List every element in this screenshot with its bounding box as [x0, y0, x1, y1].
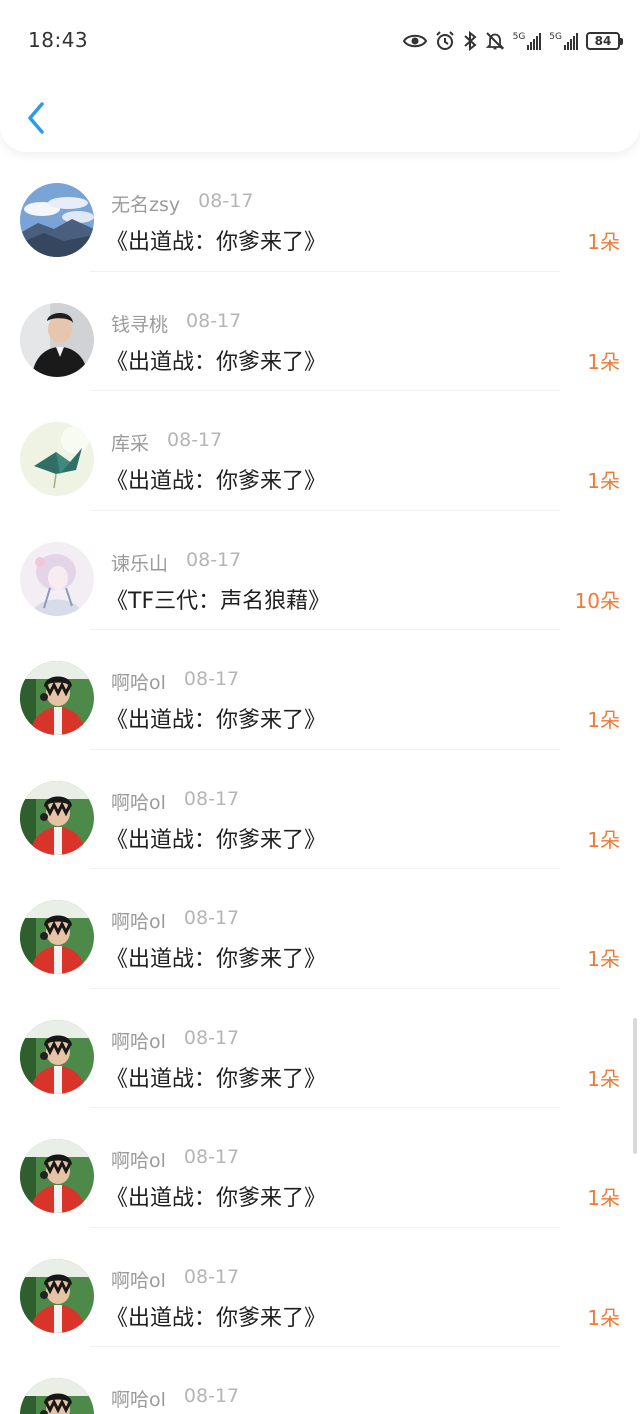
list-item[interactable]: 钱寻桃 08-17 《出道战：你爹来了》 1朵 [0, 272, 640, 391]
flower-count: 1朵 [587, 827, 620, 852]
scrollbar[interactable] [633, 1018, 637, 1154]
post-date: 08-17 [183, 1385, 240, 1407]
book-title[interactable]: 《出道战：你爹来了》 [106, 822, 326, 854]
avatar[interactable] [20, 1258, 94, 1333]
back-button[interactable] [18, 96, 54, 140]
list-item[interactable]: 啊哈ol 08-17 《出道战：你爹来了》 1朵 [0, 869, 640, 989]
post-date: 08-17 [183, 1026, 240, 1049]
bluetooth-icon [463, 31, 477, 51]
flower-count: 10朵 [574, 588, 620, 613]
post-date: 08-17 [186, 548, 242, 571]
post-date: 08-17 [183, 1146, 240, 1168]
avatar[interactable] [20, 422, 94, 496]
post-date: 08-17 [183, 1265, 240, 1288]
avatar[interactable] [20, 1378, 94, 1414]
book-title[interactable]: 《TF三代：声名狼藉》 [106, 583, 330, 615]
book-title[interactable]: 《出道战：你爹来了》 [106, 463, 326, 495]
user-name[interactable]: 啊哈ol [111, 1146, 166, 1173]
book-title[interactable]: 《出道战：你爹来了》 [106, 1180, 326, 1212]
list-item[interactable]: 无名zsy 08-17 《出道战：你爹来了》 1朵 [0, 152, 640, 272]
avatar[interactable] [20, 541, 94, 616]
app-header: 18:43 5G 5G 84 [0, 0, 640, 152]
post-date: 08-17 [183, 668, 240, 690]
flower-count: 1朵 [587, 230, 620, 254]
status-time: 18:43 [28, 28, 89, 52]
post-date: 08-17 [198, 190, 254, 212]
gift-list: 无名zsy 08-17 《出道战：你爹来了》 1朵 钱寻桃 08-17 《出道战：你爹来了》… [0, 152, 640, 1414]
list-item[interactable]: 啊哈ol 08-17 《出道战：你爹来了》 1朵 [0, 989, 640, 1108]
book-title[interactable]: 《出道战：你爹来了》 [106, 224, 326, 256]
avatar[interactable] [20, 302, 94, 377]
book-title[interactable]: 《出道战：你爹来了》 [106, 1300, 326, 1332]
book-title[interactable]: 《出道战：你爹来了》 [106, 941, 326, 973]
user-name[interactable]: 钱寻桃 [111, 310, 168, 337]
user-name[interactable]: 啊哈ol [111, 668, 166, 695]
flower-count: 1朵 [587, 349, 620, 374]
avatar[interactable] [20, 661, 94, 735]
flower-count: 1朵 [587, 1066, 620, 1091]
user-name[interactable]: 啊哈ol [111, 1266, 166, 1293]
list-item[interactable]: 啊哈ol 08-17 [0, 1347, 640, 1414]
bell-muted-icon [485, 32, 504, 50]
list-item[interactable]: 啊哈ol 08-17 《出道战：你爹来了》 1朵 [0, 750, 640, 869]
status-icons: 5G 5G 84 [402, 28, 623, 54]
avatar[interactable] [20, 780, 94, 855]
list-item[interactable]: 啊哈ol 08-17 《出道战：你爹来了》 1朵 [0, 1108, 640, 1228]
signal-5g-icon: 5G [513, 32, 542, 50]
list-item[interactable]: 啊哈ol 08-17 《出道战：你爹来了》 1朵 [0, 630, 640, 750]
battery-icon: 84 [586, 32, 623, 50]
flower-count: 1朵 [587, 1305, 620, 1330]
list-item[interactable]: 啊哈ol 08-17 《出道战：你爹来了》 1朵 [0, 1228, 640, 1347]
chevron-left-icon [28, 102, 44, 134]
book-title[interactable]: 《出道战：你爹来了》 [106, 702, 326, 734]
book-title[interactable]: 《出道战：你爹来了》 [106, 1061, 326, 1093]
list-item[interactable]: 谏乐山 08-17 《TF三代：声名狼藉》 10朵 [0, 511, 640, 630]
eye-icon [402, 34, 427, 48]
flower-count: 1朵 [587, 469, 620, 493]
user-name[interactable]: 啊哈ol [111, 1027, 166, 1054]
user-name[interactable]: 库采 [111, 429, 149, 456]
user-name[interactable]: 谏乐山 [111, 549, 168, 576]
avatar[interactable] [20, 183, 94, 257]
flower-count: 1朵 [587, 947, 620, 971]
user-name[interactable]: 啊哈ol [111, 907, 166, 934]
flower-count: 1朵 [587, 708, 620, 732]
post-date: 08-17 [167, 429, 223, 451]
user-name[interactable]: 啊哈ol [111, 788, 166, 815]
post-date: 08-17 [186, 309, 242, 332]
avatar[interactable] [20, 1139, 94, 1213]
user-name[interactable]: 无名zsy [111, 190, 180, 217]
user-name[interactable]: 啊哈ol [111, 1385, 166, 1412]
avatar[interactable] [20, 900, 94, 974]
avatar[interactable] [20, 1019, 94, 1094]
post-date: 08-17 [183, 907, 240, 929]
alarm-icon [435, 31, 454, 50]
signal-5g-icon: 5G [549, 32, 578, 50]
post-date: 08-17 [183, 787, 240, 810]
flower-count: 1朵 [587, 1186, 620, 1210]
book-title[interactable]: 《出道战：你爹来了》 [106, 344, 326, 376]
list-item[interactable]: 库采 08-17 《出道战：你爹来了》 1朵 [0, 391, 640, 511]
